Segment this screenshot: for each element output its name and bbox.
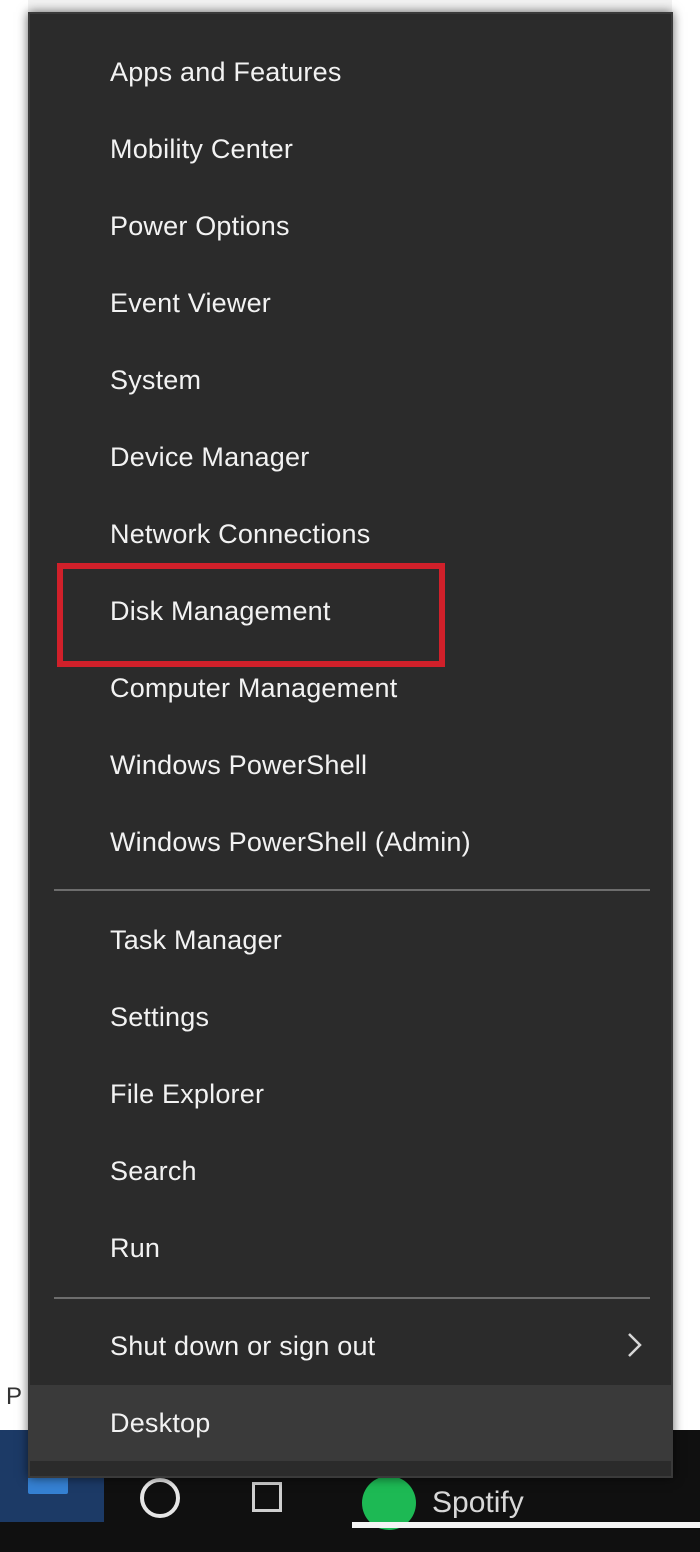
menu-item-label: File Explorer [110, 1078, 265, 1109]
menu-item-label: System [110, 364, 202, 395]
menu-item-label: Run [110, 1232, 161, 1263]
menu-item-label: Desktop [110, 1407, 211, 1438]
menu-item-device-manager[interactable]: Device Manager [30, 419, 671, 495]
task-view-icon[interactable] [252, 1482, 282, 1512]
menu-item-label: Mobility Center [110, 133, 294, 164]
menu-item-network-connections[interactable]: Network Connections [30, 496, 671, 572]
menu-item-event-viewer[interactable]: Event Viewer [30, 265, 671, 341]
menu-item-label: Windows PowerShell [110, 749, 368, 780]
background-window-text: P [6, 1383, 23, 1410]
chevron-right-icon [628, 1333, 642, 1357]
menu-separator [54, 1297, 650, 1299]
menu-item-label: Search [110, 1155, 197, 1186]
menu-item-file-explorer[interactable]: File Explorer [30, 1056, 671, 1132]
taskbar-app-label: Spotify [432, 1486, 524, 1519]
menu-item-run[interactable]: Run [30, 1210, 671, 1286]
menu-item-system[interactable]: System [30, 342, 671, 418]
menu-item-label: Event Viewer [110, 287, 271, 318]
menu-item-label: Windows PowerShell (Admin) [110, 826, 471, 857]
winx-context-menu: Apps and Features Mobility Center Power … [28, 12, 673, 1478]
menu-item-label: Apps and Features [110, 56, 342, 87]
menu-item-label: Power Options [110, 210, 290, 241]
menu-item-label: Computer Management [110, 672, 398, 703]
menu-item-label: Task Manager [110, 924, 282, 955]
menu-item-desktop[interactable]: Desktop [30, 1385, 671, 1461]
menu-item-label: Device Manager [110, 441, 310, 472]
desktop-background-right [672, 0, 700, 1510]
menu-item-settings[interactable]: Settings [30, 979, 671, 1055]
menu-item-shut-down-or-sign-out[interactable]: Shut down or sign out [30, 1308, 671, 1384]
menu-item-windows-powershell-admin[interactable]: Windows PowerShell (Admin) [30, 804, 671, 880]
disk-management-highlight-box [57, 563, 445, 667]
menu-item-windows-powershell[interactable]: Windows PowerShell [30, 727, 671, 803]
menu-item-label: Settings [110, 1001, 210, 1032]
menu-item-apps-and-features[interactable]: Apps and Features [30, 34, 671, 110]
menu-item-task-manager[interactable]: Task Manager [30, 902, 671, 978]
search-icon[interactable] [140, 1478, 180, 1518]
taskbar-window-edge [352, 1522, 700, 1528]
menu-item-label: Shut down or sign out [110, 1330, 376, 1361]
menu-separator [54, 889, 650, 891]
menu-item-label: Network Connections [110, 518, 371, 549]
menu-item-mobility-center[interactable]: Mobility Center [30, 111, 671, 187]
desktop-background-left [0, 0, 28, 1430]
menu-item-search[interactable]: Search [30, 1133, 671, 1209]
menu-item-power-options[interactable]: Power Options [30, 188, 671, 264]
